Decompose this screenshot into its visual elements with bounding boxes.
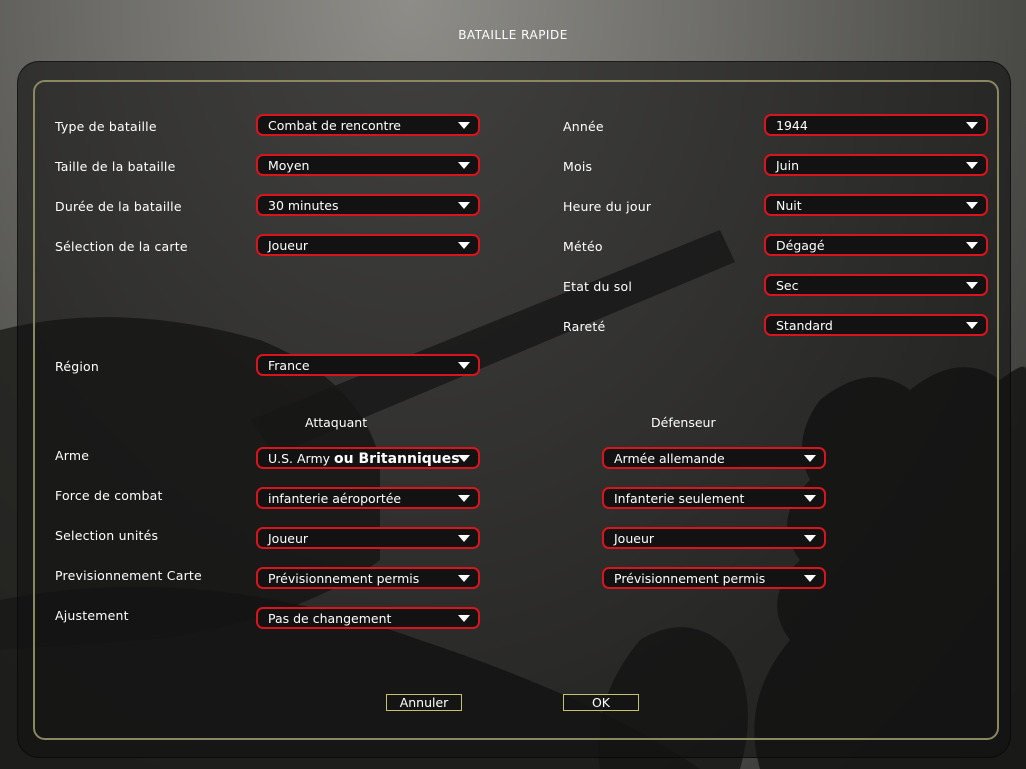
attacker-arm-value-prefix: U.S. Army bbox=[268, 451, 331, 466]
year-dropdown[interactable]: 1944 bbox=[764, 114, 988, 136]
map-preview-label: Previsionnement Carte bbox=[55, 568, 202, 583]
attacker-unit-selection-value: Joueur bbox=[268, 531, 309, 546]
chevron-down-icon bbox=[804, 495, 816, 502]
battle-size-label: Taille de la bataille bbox=[55, 159, 176, 174]
year-label: Année bbox=[563, 119, 604, 134]
defender-arm-value: Armée allemande bbox=[614, 451, 725, 466]
page-title: BATAILLE RAPIDE bbox=[458, 28, 568, 42]
chevron-down-icon bbox=[458, 615, 470, 622]
chevron-down-icon bbox=[966, 202, 978, 209]
chevron-down-icon bbox=[458, 162, 470, 169]
chevron-down-icon bbox=[804, 455, 816, 462]
weather-label: Météo bbox=[563, 239, 603, 254]
attacker-arm-dropdown[interactable]: U.S. Army ou Britanniques bbox=[256, 447, 480, 469]
attacker-header: Attaquant bbox=[305, 415, 368, 430]
chevron-down-icon bbox=[966, 322, 978, 329]
battle-size-value: Moyen bbox=[268, 158, 310, 173]
ground-condition-dropdown[interactable]: Sec bbox=[764, 274, 988, 296]
time-of-day-label: Heure du jour bbox=[563, 199, 652, 214]
region-dropdown[interactable]: France bbox=[256, 354, 480, 376]
chevron-down-icon bbox=[966, 162, 978, 169]
battle-duration-dropdown[interactable]: 30 minutes bbox=[256, 194, 480, 216]
weather-value: Dégagé bbox=[776, 238, 825, 253]
defender-unit-selection-dropdown[interactable]: Joueur bbox=[602, 527, 826, 549]
defender-combat-force-dropdown[interactable]: Infanterie seulement bbox=[602, 487, 826, 509]
battle-duration-label: Durée de la bataille bbox=[55, 199, 182, 214]
time-of-day-value: Nuit bbox=[776, 198, 802, 213]
defender-map-preview-value: Prévisionnement permis bbox=[614, 571, 766, 586]
time-of-day-dropdown[interactable]: Nuit bbox=[764, 194, 988, 216]
defender-unit-selection-value: Joueur bbox=[614, 531, 655, 546]
chevron-down-icon bbox=[804, 575, 816, 582]
adjustment-label: Ajustement bbox=[55, 608, 129, 623]
attacker-map-preview-value: Prévisionnement permis bbox=[268, 571, 420, 586]
ground-condition-label: Etat du sol bbox=[563, 279, 632, 294]
battle-type-label: Type de bataille bbox=[55, 119, 157, 134]
attacker-map-preview-dropdown[interactable]: Prévisionnement permis bbox=[256, 567, 480, 589]
attacker-arm-value: U.S. Army ou Britanniques bbox=[268, 451, 460, 467]
adjustment-value: Pas de changement bbox=[268, 611, 392, 626]
rarity-dropdown[interactable]: Standard bbox=[764, 314, 988, 336]
month-label: Mois bbox=[563, 159, 593, 174]
region-value: France bbox=[268, 358, 310, 373]
map-selection-dropdown[interactable]: Joueur bbox=[256, 234, 480, 256]
arm-label: Arme bbox=[55, 448, 90, 463]
attacker-unit-selection-dropdown[interactable]: Joueur bbox=[256, 527, 480, 549]
battle-duration-value: 30 minutes bbox=[268, 198, 339, 213]
cancel-button[interactable]: Annuler bbox=[386, 694, 462, 711]
chevron-down-icon bbox=[458, 575, 470, 582]
region-label: Région bbox=[55, 359, 99, 374]
defender-arm-dropdown[interactable]: Armée allemande bbox=[602, 447, 826, 469]
adjustment-dropdown[interactable]: Pas de changement bbox=[256, 607, 480, 629]
rarity-value: Standard bbox=[776, 318, 833, 333]
map-selection-value: Joueur bbox=[268, 238, 309, 253]
rarity-label: Rareté bbox=[563, 319, 606, 334]
weather-dropdown[interactable]: Dégagé bbox=[764, 234, 988, 256]
battle-size-dropdown[interactable]: Moyen bbox=[256, 154, 480, 176]
defender-header: Défenseur bbox=[651, 415, 716, 430]
settings-panel-frame bbox=[33, 80, 999, 740]
chevron-down-icon bbox=[458, 122, 470, 129]
attacker-combat-force-value: infanterie aéroportée bbox=[268, 491, 402, 506]
chevron-down-icon bbox=[458, 202, 470, 209]
chevron-down-icon bbox=[458, 535, 470, 542]
combat-force-label: Force de combat bbox=[55, 488, 163, 503]
month-dropdown[interactable]: Juin bbox=[764, 154, 988, 176]
chevron-down-icon bbox=[804, 535, 816, 542]
chevron-down-icon bbox=[458, 242, 470, 249]
ok-button[interactable]: OK bbox=[563, 694, 639, 711]
ground-condition-value: Sec bbox=[776, 278, 799, 293]
chevron-down-icon bbox=[966, 242, 978, 249]
month-value: Juin bbox=[776, 158, 800, 173]
chevron-down-icon bbox=[458, 455, 470, 462]
year-value: 1944 bbox=[776, 118, 808, 133]
attacker-combat-force-dropdown[interactable]: infanterie aéroportée bbox=[256, 487, 480, 509]
defender-map-preview-dropdown[interactable]: Prévisionnement permis bbox=[602, 567, 826, 589]
map-selection-label: Sélection de la carte bbox=[55, 239, 188, 254]
battle-type-value: Combat de rencontre bbox=[268, 118, 401, 133]
chevron-down-icon bbox=[458, 495, 470, 502]
unit-selection-label: Selection unités bbox=[55, 528, 159, 543]
defender-combat-force-value: Infanterie seulement bbox=[614, 491, 745, 506]
chevron-down-icon bbox=[966, 122, 978, 129]
battle-type-dropdown[interactable]: Combat de rencontre bbox=[256, 114, 480, 136]
attacker-arm-value-suffix: ou Britanniques bbox=[334, 451, 460, 467]
chevron-down-icon bbox=[458, 362, 470, 369]
chevron-down-icon bbox=[966, 282, 978, 289]
